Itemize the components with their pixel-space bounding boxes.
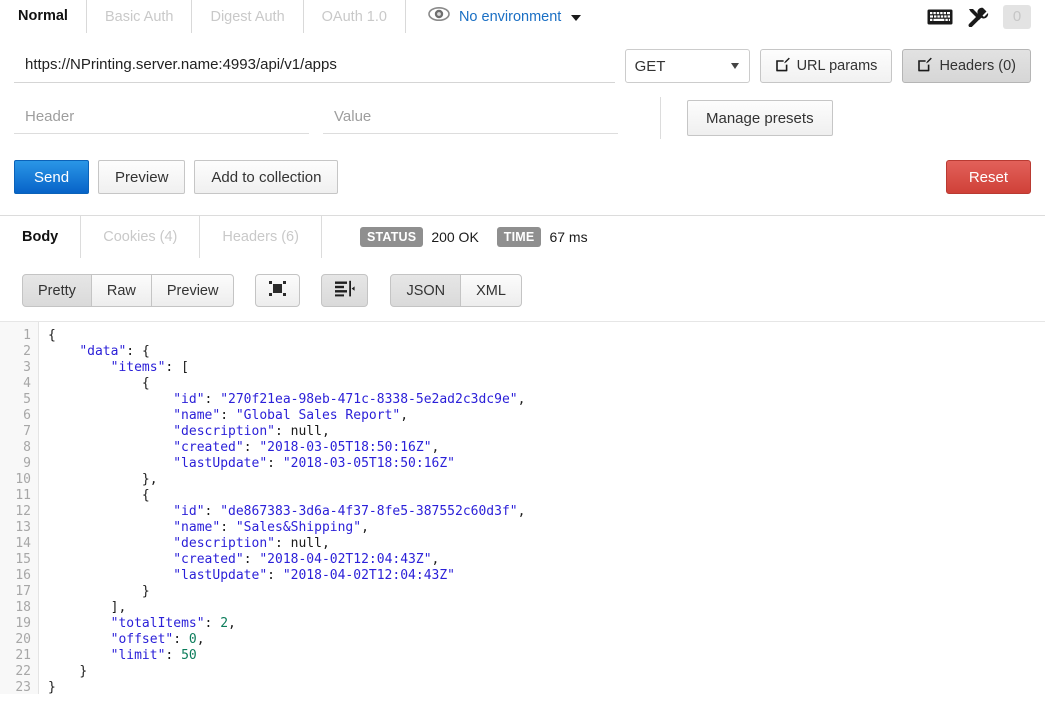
indent-lines-icon xyxy=(334,280,356,301)
view-pretty-button[interactable]: Pretty xyxy=(22,274,92,307)
auth-bar-spacer xyxy=(595,0,927,33)
view-raw-button[interactable]: Raw xyxy=(90,274,152,307)
line-number: 22 xyxy=(15,664,31,679)
format-json-button[interactable]: JSON xyxy=(390,274,462,307)
auth-tab-basic-auth[interactable]: Basic Auth xyxy=(85,0,192,33)
auth-tab-oauth-1[interactable]: OAuth 1.0 xyxy=(302,0,405,33)
status-badge[interactable]: 0 xyxy=(1003,4,1031,29)
line-number: 13 xyxy=(15,520,31,535)
json-code-area[interactable]: { "data": { "items": [ { "id": "270f21ea… xyxy=(39,322,1045,694)
auth-tab-normal-label: Normal xyxy=(18,8,68,24)
tab-headers[interactable]: Headers (6) xyxy=(199,216,321,258)
line-number: 21 xyxy=(15,648,31,663)
response-body-viewer[interactable]: 1 2 3 4 5 6 7 8 9 10 11 12 13 14 15 16 17 18 19 20 21 22 23 { … xyxy=(0,321,1045,694)
format-toolbar: Pretty Raw Preview JSON XML xyxy=(0,258,1045,321)
url-params-label: URL params xyxy=(796,58,878,74)
line-number: 7 xyxy=(23,424,31,439)
view-mode-group: Pretty Raw Preview xyxy=(22,274,235,307)
url-params-button[interactable]: URL params xyxy=(759,49,893,83)
tab-cookies-label: Cookies (4) xyxy=(103,229,178,245)
send-button[interactable]: Send xyxy=(14,160,90,194)
format-xml-button[interactable]: XML xyxy=(460,274,522,307)
line-number: 23 xyxy=(15,680,31,694)
auth-tab-basic-auth-label: Basic Auth xyxy=(104,8,174,25)
line-number: 18 xyxy=(15,600,31,615)
request-area: GET URL params Headers (0) xyxy=(0,33,1045,215)
auth-bar-actions: 0 xyxy=(927,0,1045,33)
line-number: 19 xyxy=(15,616,31,631)
line-number: 16 xyxy=(15,568,31,583)
tab-headers-label: Headers (6) xyxy=(222,229,299,245)
auth-tab-digest-auth[interactable]: Digest Auth xyxy=(191,0,303,33)
preview-button[interactable]: Preview xyxy=(98,160,186,194)
eye-icon xyxy=(428,7,450,26)
header-value-input[interactable] xyxy=(323,102,618,134)
line-number: 10 xyxy=(15,472,31,487)
method-select[interactable]: GET xyxy=(624,49,750,83)
response-meta: STATUS 200 OK TIME 67 ms xyxy=(320,216,598,258)
line-number: 8 xyxy=(23,440,31,455)
line-number: 2 xyxy=(23,344,31,359)
auth-tab-bar: Normal Basic Auth Digest Auth OAuth 1.0 … xyxy=(0,0,1045,33)
chevron-down-icon xyxy=(730,63,739,69)
auth-tab-normal[interactable]: Normal xyxy=(0,0,86,33)
auth-tab-digest-auth-label: Digest Auth xyxy=(210,8,285,25)
line-number-gutter: 1 2 3 4 5 6 7 8 9 10 11 12 13 14 15 16 17 18 19 20 21 22 23 xyxy=(0,322,39,694)
line-number: 11 xyxy=(15,488,31,503)
status-value: 200 OK xyxy=(431,229,479,245)
response-tab-bar: Body Cookies (4) Headers (6) STATUS 200 … xyxy=(0,216,1045,258)
chevron-down-icon xyxy=(571,14,582,21)
format-type-group: JSON XML xyxy=(390,274,522,307)
fullscreen-button[interactable] xyxy=(255,274,301,307)
line-number: 15 xyxy=(15,552,31,567)
environment-selector[interactable]: No environment xyxy=(404,0,596,33)
reset-button[interactable]: Reset xyxy=(945,160,1031,194)
add-to-collection-button[interactable]: Add to collection xyxy=(194,160,339,194)
line-number: 20 xyxy=(15,632,31,647)
line-number: 12 xyxy=(15,504,31,519)
line-number: 14 xyxy=(15,536,31,551)
url-row: GET URL params Headers (0) xyxy=(14,33,1031,83)
line-number: 9 xyxy=(23,456,31,471)
line-number: 3 xyxy=(23,360,31,375)
keyboard-icon[interactable] xyxy=(927,8,953,26)
environment-label[interactable]: No environment xyxy=(459,9,561,25)
method-select-value: GET xyxy=(634,57,666,75)
line-number: 5 xyxy=(23,392,31,407)
edit-square-icon xyxy=(775,57,790,76)
line-number: 1 xyxy=(23,328,31,343)
time-value: 67 ms xyxy=(549,229,588,245)
tools-icon[interactable] xyxy=(967,7,989,27)
time-label-badge: TIME xyxy=(496,227,542,247)
status-label-badge: STATUS xyxy=(359,227,424,247)
line-number: 6 xyxy=(23,408,31,423)
headers-button-label: Headers (0) xyxy=(939,58,1016,74)
tab-body-label: Body xyxy=(22,228,59,245)
tab-cookies[interactable]: Cookies (4) xyxy=(80,216,200,258)
line-number: 4 xyxy=(23,376,31,391)
view-preview-button[interactable]: Preview xyxy=(150,274,235,307)
manage-presets-button[interactable]: Manage presets xyxy=(687,100,833,136)
edit-square-icon xyxy=(917,57,933,76)
header-value-row: Manage presets xyxy=(14,83,1031,139)
indent-lines-button[interactable] xyxy=(321,274,369,307)
tab-body[interactable]: Body xyxy=(0,216,81,258)
header-name-input[interactable] xyxy=(14,102,309,134)
json-code: { "data": { "items": [ { "id": "270f21ea… xyxy=(48,328,526,694)
response-tab-bar-spacer xyxy=(597,216,1045,258)
action-row: Send Preview Add to collection Reset xyxy=(14,139,1031,215)
auth-tab-oauth-1-label: OAuth 1.0 xyxy=(321,8,387,25)
line-number: 17 xyxy=(15,584,31,599)
headers-button[interactable]: Headers (0) xyxy=(902,49,1031,83)
url-input[interactable] xyxy=(14,49,615,83)
vertical-divider xyxy=(660,97,661,139)
fullscreen-icon xyxy=(268,280,287,301)
